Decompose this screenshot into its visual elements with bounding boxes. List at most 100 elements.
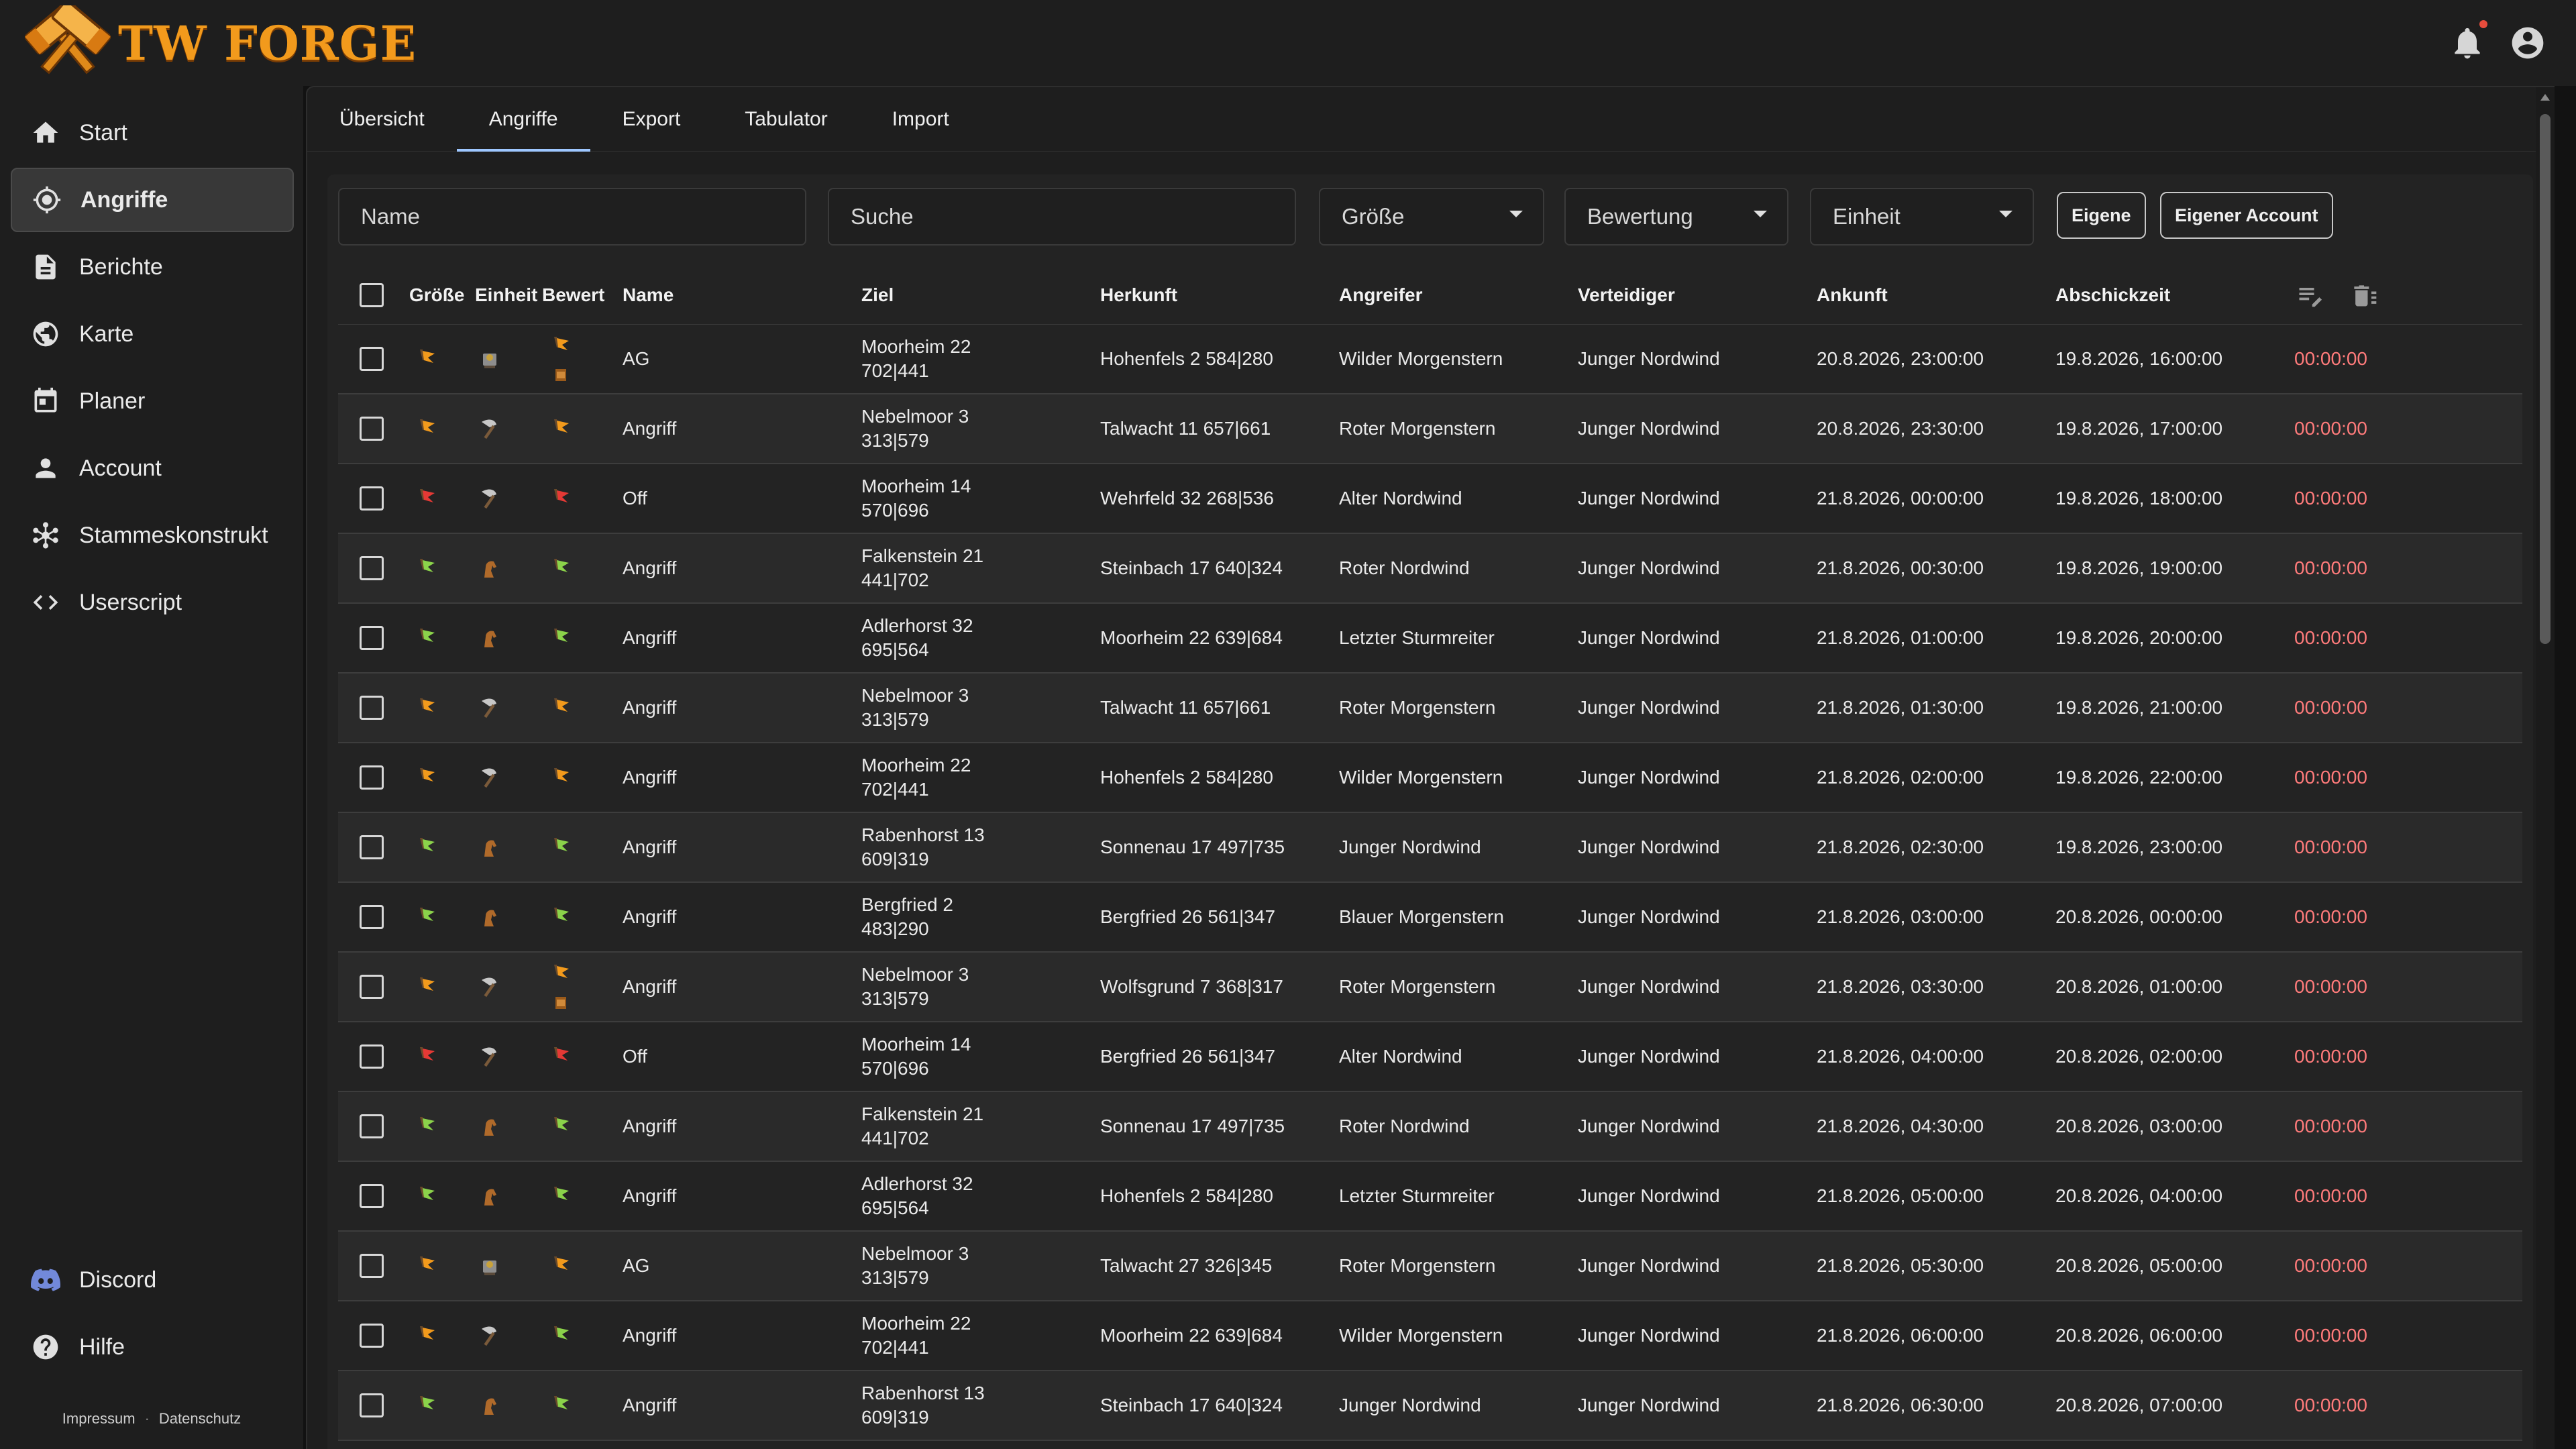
tab-tabulator[interactable]: Tabulator (712, 87, 859, 152)
row-checkbox[interactable] (360, 626, 384, 650)
row-select[interactable] (360, 674, 384, 742)
row-checkbox[interactable] (360, 1324, 384, 1348)
user-menu-button[interactable] (2509, 24, 2546, 62)
sidebar-item-label: Angriffe (80, 186, 168, 213)
row-select[interactable] (360, 883, 384, 951)
scrollbar[interactable] (2536, 87, 2555, 1449)
sidebar-item-berichte[interactable]: Berichte (11, 235, 294, 299)
rating-select[interactable]: Bewertung (1564, 188, 1788, 246)
row-select[interactable] (360, 464, 384, 533)
row-checkbox[interactable] (360, 556, 384, 580)
scrollbar-thumb[interactable] (2540, 114, 2551, 644)
row-select[interactable] (360, 1162, 384, 1230)
header-unit[interactable]: Einheit (475, 266, 537, 324)
row-select[interactable] (360, 325, 384, 393)
row-select[interactable] (360, 743, 384, 812)
sidebar-item-hilfe[interactable]: Hilfe (11, 1315, 294, 1379)
size-cell (413, 464, 440, 533)
tab-export[interactable]: Export (590, 87, 713, 152)
table-row[interactable]: Angriff Moorheim 22 702|441 Moorheim 22 63… (338, 1301, 2522, 1371)
sidebar-item-discord[interactable]: Discord (11, 1248, 294, 1312)
sidebar-item-start[interactable]: Start (11, 101, 294, 165)
row-checkbox[interactable] (360, 417, 384, 441)
table-row[interactable]: Off Moorheim 14 570|696 Bergfried 26 561|3… (338, 1022, 2522, 1092)
row-select[interactable] (360, 1232, 384, 1300)
origin-cell: Talwacht 11 657|661 (1100, 697, 1271, 718)
table-row[interactable]: Angriff Nebelmoor 3 313|579 Wolfsgrund 7 3… (338, 953, 2522, 1022)
row-select[interactable] (360, 394, 384, 463)
scroll-up-icon[interactable] (2540, 94, 2550, 101)
datenschutz-link[interactable]: Datenschutz (159, 1410, 241, 1427)
row-checkbox[interactable] (360, 347, 384, 371)
name-filter[interactable] (338, 188, 806, 246)
target-icon (33, 186, 61, 214)
header-defender[interactable]: Verteidiger (1578, 266, 1675, 324)
table-row[interactable]: Angriff Falkenstein 21 441|702 Steinbach 1… (338, 534, 2522, 604)
impressum-link[interactable]: Impressum (62, 1410, 136, 1427)
row-checkbox[interactable] (360, 1393, 384, 1417)
size-select[interactable]: Größe (1319, 188, 1544, 246)
row-checkbox[interactable] (360, 905, 384, 929)
select-all-checkbox[interactable] (360, 282, 384, 307)
own-account-button[interactable]: Eigener Account (2160, 192, 2333, 239)
header-name[interactable]: Name (623, 266, 674, 324)
header-rating[interactable]: Bewert (542, 266, 604, 324)
sidebar-item-account[interactable]: Account (11, 436, 294, 500)
search-filter[interactable] (828, 188, 1296, 246)
row-checkbox[interactable] (360, 835, 384, 859)
table-row[interactable]: Angriff Rabenhorst 13 609|319 Sonnenau 17 … (338, 813, 2522, 883)
row-select[interactable] (360, 534, 384, 602)
search-input[interactable] (851, 204, 1295, 229)
orange-flag-icon (554, 1256, 569, 1270)
unit-select[interactable]: Einheit (1810, 188, 2034, 246)
header-size[interactable]: Größe (409, 266, 464, 324)
own-button[interactable]: Eigene (2057, 192, 2146, 239)
table-row[interactable]: AG Nebelmoor 3 313|579 Talwacht 27 326|345… (338, 1232, 2522, 1301)
header-arrival[interactable]: Ankunft (1817, 266, 1888, 324)
table-row[interactable]: AG Moorheim 22 702|441 Hohenfels 2 584|280… (338, 325, 2522, 394)
row-checkbox[interactable] (360, 486, 384, 511)
table-row[interactable]: Angriff Nebelmoor 3 313|579 Talwacht 11 65… (338, 674, 2522, 743)
rating-cell (547, 1162, 574, 1230)
header-send-time[interactable]: Abschickzeit (2055, 266, 2170, 324)
table-row[interactable]: Off Moorheim 14 570|696 Wehrfeld 32 268|53… (338, 464, 2522, 534)
row-select[interactable] (360, 953, 384, 1021)
header-origin[interactable]: Herkunft (1100, 266, 1177, 324)
row-select[interactable] (360, 1371, 384, 1440)
tab-angriffe[interactable]: Angriffe (456, 87, 590, 152)
row-select[interactable] (360, 813, 384, 881)
sidebar-item-karte[interactable]: Karte (11, 302, 294, 366)
table-row[interactable]: Angriff Adlerhorst 32 695|564 Hohenfels 2 … (338, 1162, 2522, 1232)
row-checkbox[interactable] (360, 696, 384, 720)
table-row[interactable]: Angriff Nebelmoor 3 313|579 Talwacht 11 65… (338, 394, 2522, 464)
name-input[interactable] (361, 204, 805, 229)
sidebar-item-userscript[interactable]: Userscript (11, 570, 294, 635)
notifications-button[interactable] (2449, 20, 2487, 62)
row-select[interactable] (360, 1022, 384, 1091)
row-checkbox[interactable] (360, 1254, 384, 1278)
row-select[interactable] (360, 604, 384, 672)
row-select[interactable] (360, 1092, 384, 1161)
row-checkbox[interactable] (360, 975, 384, 999)
sidebar-item-stammeskonstrukt[interactable]: Stammeskonstrukt (11, 503, 294, 568)
tab-uebersicht[interactable]: Übersicht (307, 87, 457, 152)
table-row[interactable]: Angriff Falkenstein 21 441|702 Sonnenau 17… (338, 1092, 2522, 1162)
sidebar-item-planer[interactable]: Planer (11, 369, 294, 433)
tab-import[interactable]: Import (860, 87, 981, 152)
row-checkbox[interactable] (360, 1114, 384, 1138)
table-row[interactable]: Angriff Rabenhorst 13 609|319 Steinbach 17… (338, 1371, 2522, 1441)
row-select[interactable] (360, 1301, 384, 1370)
row-checkbox[interactable] (360, 1044, 384, 1069)
edit-columns-button[interactable] (2296, 266, 2325, 324)
countdown-timer: 00:00:00 (2294, 348, 2367, 369)
table-row[interactable]: Angriff Bergfried 2 483|290 Bergfried 26 5… (338, 883, 2522, 953)
header-attacker[interactable]: Angreifer (1339, 266, 1422, 324)
sidebar-item-angriffe[interactable]: Angriffe (11, 168, 294, 232)
app-logo[interactable]: TW FORGE (24, 5, 417, 80)
table-row[interactable]: Angriff Moorheim 22 702|441 Hohenfels 2 58… (338, 743, 2522, 813)
delete-filter-button[interactable] (2349, 266, 2379, 324)
row-checkbox[interactable] (360, 765, 384, 790)
row-checkbox[interactable] (360, 1184, 384, 1208)
table-row[interactable]: Angriff Adlerhorst 32 695|564 Moorheim 22 … (338, 604, 2522, 674)
header-target[interactable]: Ziel (861, 266, 894, 324)
